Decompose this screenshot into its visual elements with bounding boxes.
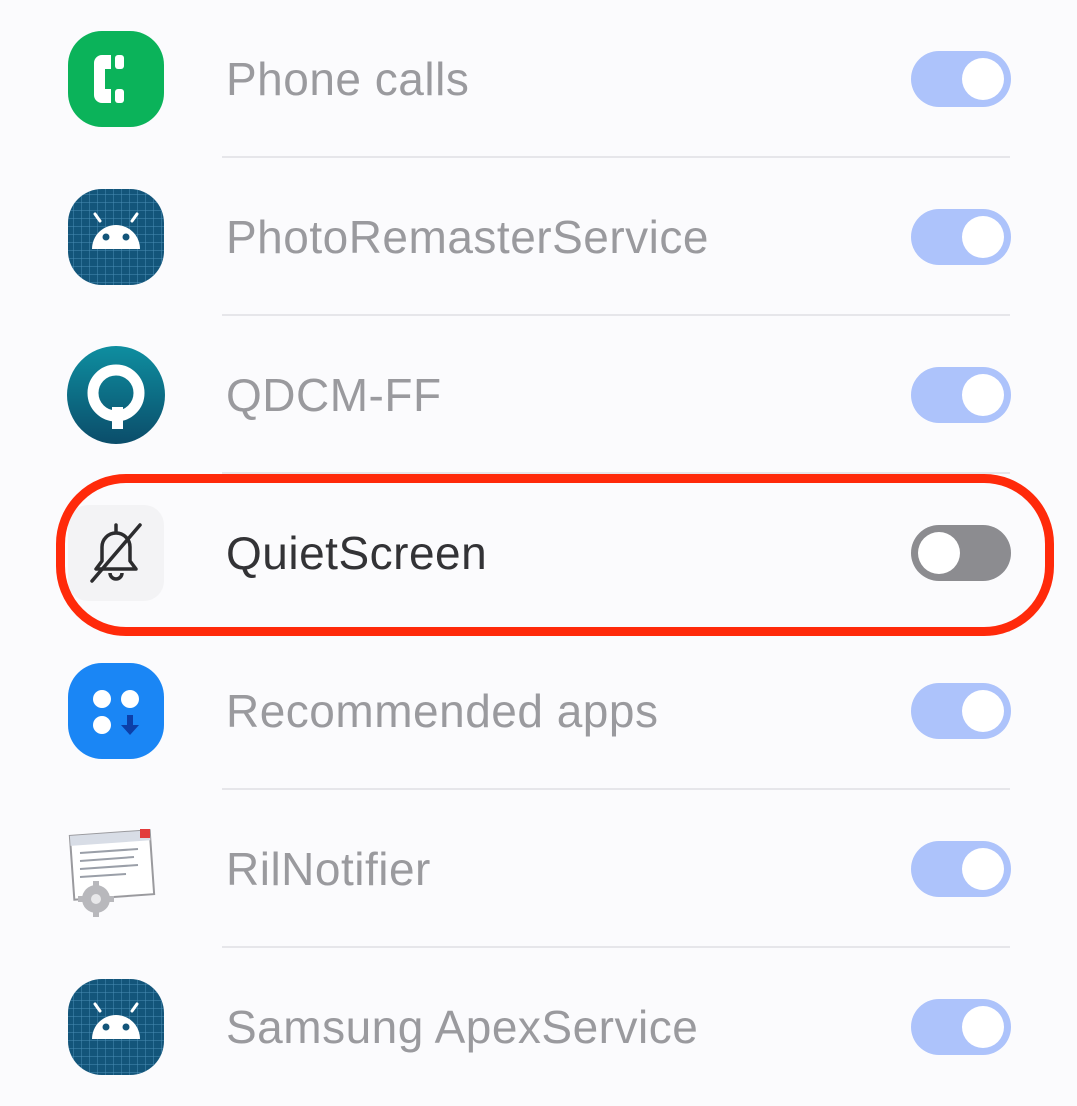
notification-toggle[interactable] (911, 51, 1011, 107)
list-item[interactable]: Samsung ApexService (0, 948, 1077, 1106)
qualcomm-icon (66, 345, 166, 445)
list-item[interactable]: PhotoRemasterService (0, 158, 1077, 316)
list-item[interactable]: Recommended apps (0, 632, 1077, 790)
toggle-knob (962, 374, 1004, 416)
toggle-knob (962, 1006, 1004, 1048)
recommended-apps-icon (66, 661, 166, 761)
app-notification-list: Phone calls PhotoRemasterService QDCM-FF… (0, 0, 1077, 1089)
android-icon (66, 977, 166, 1077)
ril-notifier-icon (66, 819, 166, 919)
android-icon (66, 187, 166, 287)
bell-off-icon (66, 503, 166, 603)
list-item[interactable]: RilNotifier (0, 790, 1077, 948)
list-item[interactable]: Phone calls (0, 0, 1077, 158)
notification-toggle[interactable] (911, 367, 1011, 423)
app-label: PhotoRemasterService (226, 211, 709, 263)
toggle-knob (962, 58, 1004, 100)
list-item[interactable]: QDCM-FF (0, 316, 1077, 474)
app-label: RilNotifier (226, 843, 431, 895)
list-item[interactable]: QuietScreen (0, 474, 1077, 632)
app-label: QDCM-FF (226, 369, 442, 421)
app-label: Samsung ApexService (226, 1001, 699, 1053)
notification-toggle[interactable] (911, 999, 1011, 1055)
app-label: Recommended apps (226, 685, 659, 737)
notification-toggle[interactable] (911, 525, 1011, 581)
notification-toggle[interactable] (911, 683, 1011, 739)
app-label: QuietScreen (226, 527, 488, 579)
app-label: Phone calls (226, 53, 470, 105)
phone-icon (66, 29, 166, 129)
notification-toggle[interactable] (911, 841, 1011, 897)
toggle-knob (962, 848, 1004, 890)
toggle-knob (918, 532, 960, 574)
toggle-knob (962, 216, 1004, 258)
toggle-knob (962, 690, 1004, 732)
notification-toggle[interactable] (911, 209, 1011, 265)
